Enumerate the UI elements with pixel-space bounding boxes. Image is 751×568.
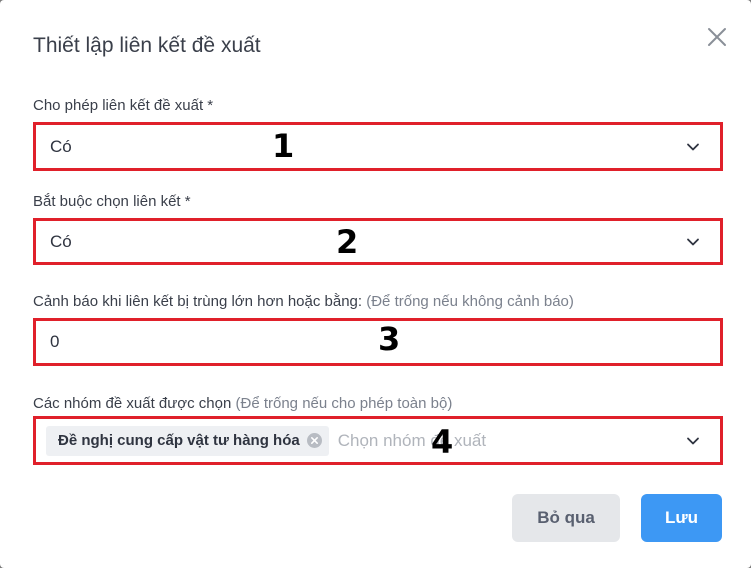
duplicate-warning-value: 0 — [50, 332, 60, 351]
require-link-value: Có — [50, 231, 72, 251]
chevron-down-icon — [686, 235, 700, 249]
allow-link-value: Có — [50, 136, 72, 156]
cancel-button[interactable]: Bỏ qua — [512, 494, 620, 542]
settings-dialog: Thiết lập liên kết đề xuất Cho phép liên… — [0, 0, 751, 568]
close-icon — [708, 28, 726, 46]
chevron-down-icon — [686, 140, 700, 154]
duplicate-warning-label: Cảnh báo khi liên kết bị trùng lớn hơn h… — [33, 293, 574, 310]
groups-label: Các nhóm đề xuất được chọn (Để trống nếu… — [33, 395, 453, 412]
marker-1: 1 — [272, 127, 295, 165]
groups-multiselect[interactable]: Đề nghị cung cấp vật tư hàng hóa Chọn nh… — [33, 416, 723, 465]
dialog-title: Thiết lập liên kết đề xuất — [33, 34, 261, 57]
duplicate-warning-hint: (Để trống nếu không cảnh báo) — [366, 293, 574, 310]
chevron-down-icon — [686, 434, 700, 448]
require-link-select[interactable]: Có — [33, 218, 723, 265]
marker-2: 2 — [336, 223, 359, 261]
groups-hint: (Để trống nếu cho phép toàn bộ) — [235, 395, 453, 412]
require-link-label: Bắt buộc chọn liên kết * — [33, 193, 191, 210]
allow-link-label: Cho phép liên kết đề xuất * — [33, 97, 214, 114]
selected-group-tag: Đề nghị cung cấp vật tư hàng hóa — [46, 425, 329, 456]
allow-link-select[interactable]: Có — [33, 122, 723, 171]
selected-group-tag-label: Đề nghị cung cấp vật tư hàng hóa — [58, 432, 300, 449]
save-button[interactable]: Lưu — [641, 494, 722, 542]
remove-tag-icon[interactable] — [306, 432, 323, 449]
marker-3: 3 — [378, 320, 401, 358]
close-button[interactable] — [700, 20, 734, 54]
marker-4: 4 — [431, 423, 454, 461]
groups-search-placeholder[interactable]: Chọn nhóm đề xuất — [338, 431, 486, 451]
